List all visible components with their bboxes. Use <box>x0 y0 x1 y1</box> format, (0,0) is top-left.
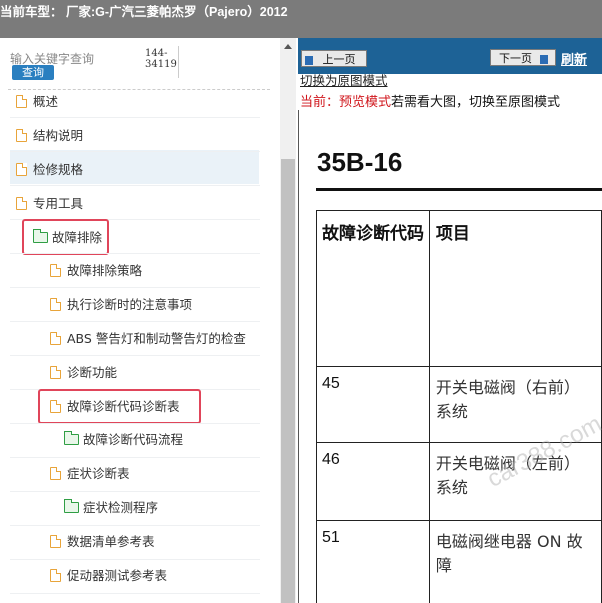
dtc-table: 故障诊断代码 项目 45 开关电磁阀（右前）系统 46 开关电磁阀（左前）系统 … <box>316 210 602 603</box>
table-row: 51 电磁阀继电器 ON 故障 <box>316 520 602 603</box>
next-page-button[interactable]: 下一页 <box>490 49 556 66</box>
table-cell: 45 <box>316 366 430 443</box>
scrollbar[interactable] <box>280 38 296 603</box>
table-header-row: 故障诊断代码 项目 <box>316 210 602 367</box>
top-bar: 当前车型： 厂家:G-广汽三菱帕杰罗（Pajero）2012 <box>0 0 602 38</box>
divider <box>316 188 602 191</box>
document-icon <box>50 467 61 480</box>
document-icon <box>50 264 61 277</box>
search-button[interactable]: 查询 <box>12 65 54 80</box>
arrow-left-icon <box>305 55 313 65</box>
switch-original-link[interactable]: 切换为原图模式 <box>300 74 388 87</box>
document-icon <box>50 366 61 379</box>
highlight-box <box>38 389 201 424</box>
vehicle-title: 当前车型： 厂家:G-广汽三菱帕杰罗（Pajero）2012 <box>0 5 288 19</box>
folder-icon <box>64 431 79 445</box>
tree-item-actuator-test[interactable]: 促动器测试参考表 <box>50 559 167 591</box>
document-icon <box>16 95 27 108</box>
viewer-toolbar: 上一页 下一页 刷新 <box>298 38 602 74</box>
tree-item-specs[interactable]: 检修规格 <box>16 153 83 185</box>
mode-status: 当前：预览模式若需看大图，切换至原图模式 <box>300 95 561 110</box>
tree-item-abs-check[interactable]: ABS 警告灯和制动警告灯的检查 <box>50 322 246 354</box>
document-icon <box>16 197 27 210</box>
refresh-link[interactable]: 刷新 <box>561 49 587 68</box>
divider <box>298 110 299 603</box>
tree-item-symptom-table[interactable]: 症状诊断表 <box>50 457 130 489</box>
tree-item-overview[interactable]: 概述 <box>16 85 58 117</box>
tree-item-structure[interactable]: 结构说明 <box>16 119 83 151</box>
page-range: 144- 34119 <box>145 48 177 70</box>
arrow-right-icon <box>539 54 548 64</box>
divider <box>10 151 260 152</box>
document-viewer: 上一页 下一页 刷新 切换为原图模式 当前：预览模式若需看大图，切换至原图模式 … <box>298 38 602 603</box>
divider <box>178 46 179 78</box>
left-nav-pane: 输入关键字查询 查询 144- 34119 概述 结构说明 检修规格 专用工具 … <box>0 38 280 603</box>
divider <box>10 457 260 458</box>
tree-item-dtc-flow[interactable]: 故障诊断代码流程 <box>64 423 183 455</box>
table-cell: 电磁阀继电器 ON 故障 <box>428 520 602 603</box>
section-number: 35B-16 <box>317 147 403 177</box>
table-header-cell: 故障诊断代码 <box>316 210 430 367</box>
prev-page-button[interactable]: 上一页 <box>301 50 367 67</box>
divider <box>10 185 260 186</box>
tree-item-tools[interactable]: 专用工具 <box>16 187 83 219</box>
tree-item-data-list[interactable]: 数据清单参考表 <box>50 525 155 557</box>
table-cell: 51 <box>316 520 430 603</box>
document-icon <box>50 535 61 548</box>
folder-icon <box>64 499 79 513</box>
divider <box>10 593 260 594</box>
table-cell: 46 <box>316 442 430 521</box>
divider <box>10 117 260 118</box>
tree-item-symptom-procedure[interactable]: 症状检测程序 <box>64 491 158 523</box>
highlight-box <box>22 219 109 255</box>
tree-item-precautions[interactable]: 执行诊断时的注意事项 <box>50 288 192 320</box>
document-icon <box>16 129 27 142</box>
document-icon <box>16 163 27 176</box>
tree-item-diag-function[interactable]: 诊断功能 <box>50 356 117 388</box>
scroll-up-arrow-icon[interactable] <box>284 44 292 49</box>
document-icon <box>50 569 61 582</box>
document-icon <box>50 298 61 311</box>
document-icon <box>50 332 61 345</box>
divider <box>10 355 260 356</box>
scrollbar-thumb[interactable] <box>281 159 295 603</box>
table-header-cell: 项目 <box>428 210 602 367</box>
tree-item-strategy[interactable]: 故障排除策略 <box>50 254 142 286</box>
